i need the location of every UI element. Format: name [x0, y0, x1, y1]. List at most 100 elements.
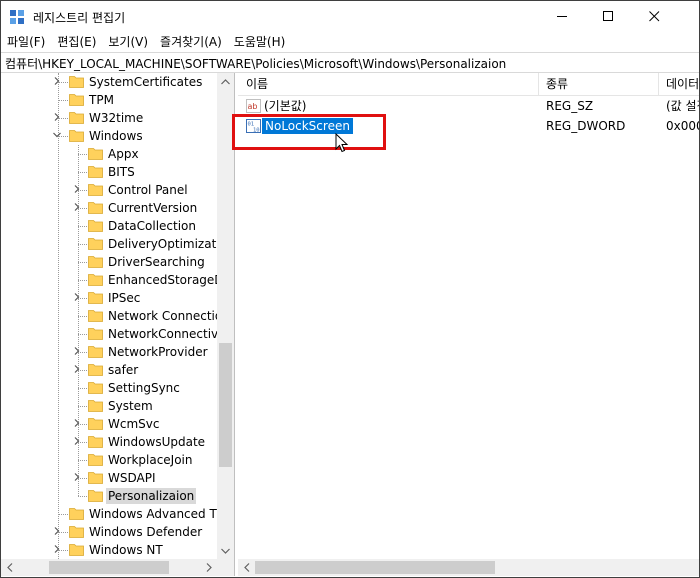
- tree-item-label: safer: [108, 363, 139, 377]
- window-title: 레지스트리 편집기: [33, 11, 126, 25]
- tree-connector-line: [78, 226, 87, 227]
- folder-icon: [69, 544, 84, 556]
- folder-icon: [88, 256, 103, 268]
- tree-item[interactable]: IPSec: [1, 289, 217, 307]
- scroll-left-button[interactable]: [238, 559, 255, 576]
- tree-item-label: Windows NT: [89, 543, 163, 557]
- column-data-header[interactable]: 데이터: [658, 73, 699, 95]
- tree-item[interactable]: SettingSync: [1, 379, 217, 397]
- folder-icon: [88, 166, 103, 178]
- values-horizontal-scrollbar[interactable]: [238, 559, 699, 576]
- tree-item-label: Appx: [108, 147, 139, 161]
- chevron-right-icon[interactable]: [72, 436, 82, 446]
- tree-item[interactable]: Network Connection: [1, 307, 230, 325]
- value-data: (값 설정 안 됨): [666, 99, 699, 113]
- tree-item[interactable]: EnhancedStorageDe: [1, 271, 231, 289]
- chevron-right-icon[interactable]: [72, 292, 82, 302]
- chevron-left-icon: [243, 563, 249, 572]
- folder-icon: [88, 238, 103, 250]
- tree-item[interactable]: WSDAPI: [1, 469, 217, 487]
- menu-help[interactable]: 도움말(H): [228, 32, 292, 52]
- tree-item-label: TPM: [89, 93, 114, 107]
- values-horizontal-scroll-thumb[interactable]: [255, 561, 495, 574]
- address-bar[interactable]: 컴퓨터\HKEY_LOCAL_MACHINE\SOFTWARE\Policies…: [1, 52, 699, 73]
- minimize-button[interactable]: [539, 1, 585, 32]
- tree-item[interactable]: TPM: [1, 91, 217, 109]
- tree-item[interactable]: safer: [1, 361, 217, 379]
- tree-item[interactable]: Appx: [1, 145, 217, 163]
- folder-icon: [69, 526, 84, 538]
- folder-icon: [88, 418, 103, 430]
- tree-horizontal-scrollbar[interactable]: [1, 559, 217, 576]
- chevron-right-icon[interactable]: [72, 346, 82, 356]
- tree-item[interactable]: Windows NT: [1, 541, 217, 559]
- folder-icon: [88, 184, 103, 196]
- column-type-header[interactable]: 종류: [538, 73, 568, 95]
- tree-item[interactable]: Windows Defender: [1, 523, 217, 541]
- folder-icon: [88, 346, 103, 358]
- column-name-header[interactable]: 이름: [238, 73, 268, 95]
- maximize-button[interactable]: [585, 1, 631, 32]
- chevron-down-icon: [221, 548, 230, 554]
- tree-item-label: EnhancedStorageDe: [108, 273, 231, 287]
- tree-vertical-scroll-thumb[interactable]: [219, 343, 232, 467]
- tree-item[interactable]: Personalizaion: [1, 487, 217, 505]
- tree-item[interactable]: CurrentVersion: [1, 199, 217, 217]
- value-row-default[interactable]: ab (기본값) REG_SZ (값 설정 안 됨): [238, 96, 699, 116]
- scroll-right-button[interactable]: [200, 559, 217, 576]
- folder-icon: [69, 130, 84, 142]
- address-path[interactable]: 컴퓨터\HKEY_LOCAL_MACHINE\SOFTWARE\Policies…: [5, 55, 506, 72]
- string-value-icon: ab: [246, 99, 261, 113]
- tree-item-label: Personalizaion: [106, 488, 197, 504]
- title-bar[interactable]: 레지스트리 편집기: [1, 1, 699, 32]
- tree-item-label: DriverSearching: [108, 255, 205, 269]
- chevron-right-icon[interactable]: [72, 472, 82, 482]
- chevron-right-icon[interactable]: [52, 526, 62, 536]
- key-tree-pane[interactable]: SystemCertificates TPM W32time Windows Appx B…: [1, 73, 235, 576]
- tree-connector-line: [58, 100, 68, 101]
- folder-icon: [88, 454, 103, 466]
- folder-icon: [88, 148, 103, 160]
- tree-horizontal-scroll-thumb[interactable]: [49, 561, 169, 574]
- tree-item[interactable]: DriverSearching: [1, 253, 217, 271]
- tree-item[interactable]: W32time: [1, 109, 217, 127]
- chevron-right-icon[interactable]: [52, 112, 62, 122]
- menu-view[interactable]: 보기(V): [102, 32, 154, 52]
- chevron-right-icon[interactable]: [52, 76, 62, 86]
- chevron-right-icon[interactable]: [72, 418, 82, 428]
- tree-item[interactable]: NetworkProvider: [1, 343, 217, 361]
- close-button[interactable]: [631, 1, 677, 32]
- tree-item[interactable]: WcmSvc: [1, 415, 217, 433]
- svg-text:ab: ab: [248, 102, 258, 111]
- tree-connector-line: [78, 406, 87, 407]
- scroll-down-button[interactable]: [217, 542, 234, 559]
- chevron-right-icon[interactable]: [72, 364, 82, 374]
- chevron-right-icon[interactable]: [52, 544, 62, 554]
- tree-item[interactable]: SystemCertificates: [1, 73, 217, 91]
- registry-editor-app-icon: [10, 10, 24, 24]
- menu-edit[interactable]: 편집(E): [51, 32, 102, 52]
- tree-item[interactable]: Control Panel: [1, 181, 217, 199]
- menu-file[interactable]: 파일(F): [1, 32, 51, 52]
- tree-item[interactable]: BITS: [1, 163, 217, 181]
- chevron-right-icon: [206, 563, 212, 572]
- menu-favorites[interactable]: 즐겨찾기(A): [154, 32, 228, 52]
- minimize-icon: [556, 16, 567, 17]
- chevron-right-icon[interactable]: [72, 202, 82, 212]
- tree-item-label: DeliveryOptimizatio: [108, 237, 227, 251]
- menu-bar: 파일(F) 편집(E) 보기(V) 즐겨찾기(A) 도움말(H): [1, 32, 699, 52]
- tree-item[interactable]: DeliveryOptimizatio: [1, 235, 227, 253]
- scroll-up-button[interactable]: [217, 73, 234, 90]
- tree-item-label: NetworkConnectivit: [108, 327, 227, 341]
- tree-item[interactable]: WindowsUpdate: [1, 433, 217, 451]
- tree-item[interactable]: System: [1, 397, 217, 415]
- tree-item[interactable]: WorkplaceJoin: [1, 451, 217, 469]
- tree-connector-line: [58, 514, 68, 515]
- tree-item[interactable]: Windows Advanced Thr: [1, 505, 229, 523]
- scroll-left-button[interactable]: [1, 559, 18, 576]
- tree-item[interactable]: NetworkConnectivit: [1, 325, 226, 343]
- chevron-right-icon[interactable]: [72, 184, 82, 194]
- tree-item[interactable]: Windows: [1, 127, 217, 145]
- tree-item[interactable]: DataCollection: [1, 217, 217, 235]
- chevron-down-icon[interactable]: [52, 130, 62, 140]
